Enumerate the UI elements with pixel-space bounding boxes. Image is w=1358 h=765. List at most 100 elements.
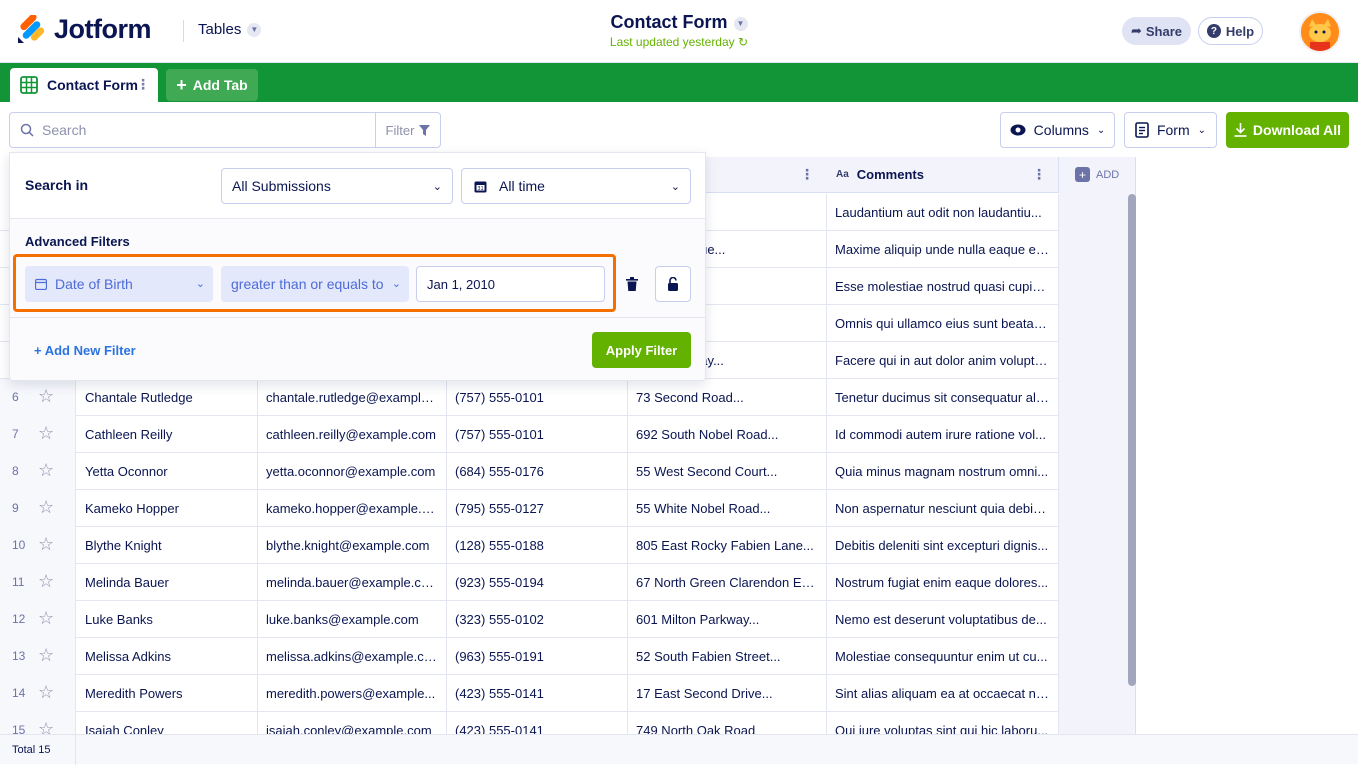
table-row[interactable]: 10 ☆ Blythe Knight blythe.knight@example.… <box>0 527 1059 564</box>
table-row[interactable]: 9 ☆ Kameko Hopper kameko.hopper@example.c… <box>0 490 1059 527</box>
phone-cell: (128) 555-0188 <box>446 527 628 564</box>
star-icon[interactable]: ☆ <box>38 424 54 442</box>
table-row[interactable]: 15 ☆ Isaiah Conley isaiah.conley@example.… <box>0 712 1059 734</box>
comment-cell: Omnis qui ullamco eius sunt beatae... <box>826 305 1059 342</box>
star-icon[interactable]: ☆ <box>38 720 54 734</box>
row-number: 14 <box>12 686 26 700</box>
tab-label: Contact Form <box>47 77 138 93</box>
chevron-down-icon: ⌄ <box>1096 124 1106 136</box>
phone-cell: (423) 555-0141 <box>446 712 628 734</box>
time-range-select[interactable]: 31 All time ⌄ <box>461 168 691 204</box>
plus-icon: + <box>1075 167 1090 182</box>
row-number-cell: 8 ☆ <box>0 453 76 490</box>
filter-label: Filter <box>385 122 415 138</box>
phone-cell: (323) 555-0102 <box>446 601 628 638</box>
row-number: 12 <box>12 612 26 626</box>
star-icon[interactable]: ☆ <box>38 609 54 627</box>
apply-filter-button[interactable]: Apply Filter <box>592 332 691 368</box>
email-cell: chantale.rutledge@example... <box>257 379 447 416</box>
filter-button[interactable]: Filter <box>375 112 441 148</box>
address-cell: 67 North Green Clarendon Ex... <box>627 564 827 601</box>
star-icon[interactable]: ☆ <box>38 572 54 590</box>
share-button[interactable]: ➦ Share <box>1122 17 1191 45</box>
operator-select-value: greater than or equals to <box>231 276 384 292</box>
help-button[interactable]: ? Help <box>1198 17 1263 45</box>
calendar-icon <box>35 278 47 290</box>
delete-filter-button[interactable] <box>614 266 650 302</box>
row-number: 8 <box>12 464 19 478</box>
help-icon: ? <box>1206 24 1221 38</box>
star-icon[interactable]: ☆ <box>38 646 54 664</box>
address-cell: 17 East Second Drive... <box>627 675 827 712</box>
name-cell: Isaiah Conley <box>76 712 258 734</box>
star-icon[interactable]: ☆ <box>38 461 54 479</box>
table-row[interactable]: 14 ☆ Meredith Powers meredith.powers@exam… <box>0 675 1059 712</box>
table-row[interactable]: 8 ☆ Yetta Oconnor yetta.oconnor@example.c… <box>0 453 1059 490</box>
kebab-menu-icon[interactable]: ⋮ <box>136 77 150 91</box>
kebab-menu-icon[interactable]: ⋮ <box>800 167 814 181</box>
chevron-down-icon: ⌄ <box>1197 124 1207 136</box>
refresh-icon: ↻ <box>738 35 749 49</box>
chevron-down-icon: ⌄ <box>195 278 205 290</box>
add-column-label: ADD <box>1096 168 1120 181</box>
download-all-button[interactable]: Download All <box>1226 112 1349 148</box>
chevron-down-icon: ▼ <box>733 16 748 31</box>
avatar[interactable] <box>1299 11 1341 53</box>
table-row[interactable]: 7 ☆ Cathleen Reilly cathleen.reilly@examp… <box>0 416 1059 453</box>
address-cell: 52 South Fabien Street... <box>627 638 827 675</box>
chevron-down-icon: ⌄ <box>432 181 442 193</box>
comment-cell: Laudantium aut odit non laudantiu... <box>826 194 1059 231</box>
email-cell: isaiah.conley@example.com <box>257 712 447 734</box>
filter-actions-section: + Add New Filter Apply Filter <box>10 317 705 381</box>
date-value-input[interactable]: Jan 1, 2010 <box>416 266 605 302</box>
download-label: Download All <box>1252 122 1342 138</box>
operator-select[interactable]: greater than or equals to ⌄ <box>221 266 409 302</box>
search-input[interactable] <box>42 122 362 138</box>
last-updated-text: Last updated yesterday <box>609 35 735 49</box>
form-button[interactable]: Form ⌄ <box>1124 112 1217 148</box>
row-number: 6 <box>12 390 19 404</box>
table-row[interactable]: 11 ☆ Melinda Bauer melinda.bauer@example.… <box>0 564 1059 601</box>
vertical-scrollbar[interactable] <box>1128 194 1136 686</box>
email-cell: melinda.bauer@example.com <box>257 564 447 601</box>
name-cell: Chantale Rutledge <box>76 379 258 416</box>
table-row[interactable]: 13 ☆ Melissa Adkins melissa.adkins@exampl… <box>0 638 1059 675</box>
kebab-menu-icon[interactable]: ⋮ <box>1032 167 1046 181</box>
search-box <box>9 112 376 148</box>
star-icon[interactable]: ☆ <box>38 387 54 405</box>
add-new-filter-link[interactable]: + Add New Filter <box>34 343 136 358</box>
star-icon[interactable]: ☆ <box>38 683 54 701</box>
lock-filter-button[interactable] <box>655 266 691 302</box>
advanced-filters-label: Advanced Filters <box>25 234 130 249</box>
row-number-cell: 11 ☆ <box>0 564 76 601</box>
star-icon[interactable]: ☆ <box>38 498 54 516</box>
comment-cell: Tenetur ducimus sit consequatur ali... <box>826 379 1059 416</box>
name-cell: Cathleen Reilly <box>76 416 258 453</box>
table-row[interactable]: 12 ☆ Luke Banks luke.banks@example.com (3… <box>0 601 1059 638</box>
row-number: 13 <box>12 649 26 663</box>
star-icon[interactable]: ☆ <box>38 535 54 553</box>
form-title-text: Contact Form <box>610 12 728 32</box>
row-number: 9 <box>12 501 19 515</box>
name-cell: Luke Banks <box>76 601 258 638</box>
table-icon <box>20 76 38 94</box>
submissions-select[interactable]: All Submissions ⌄ <box>221 168 453 204</box>
table-row[interactable]: 6 ☆ Chantale Rutledge chantale.rutledge@e… <box>0 379 1059 416</box>
comment-cell: Esse molestiae nostrud quasi cupidi... <box>826 268 1059 305</box>
field-select[interactable]: Date of Birth ⌄ <box>25 266 213 302</box>
address-cell: 601 Milton Parkway... <box>627 601 827 638</box>
columns-button[interactable]: Columns ⌄ <box>1000 112 1115 148</box>
share-icon: ➦ <box>1130 23 1142 38</box>
column-header-comments[interactable]: Aa Comments ⋮ <box>826 157 1059 193</box>
submissions-select-value: All Submissions <box>232 178 331 194</box>
tab-contact-form[interactable]: Contact Form ⋮ <box>10 68 158 102</box>
field-select-value: Date of Birth <box>55 276 133 292</box>
add-column-button[interactable]: + ADD <box>1075 167 1119 182</box>
comment-cell: Molestiae consequuntur enim ut cu... <box>826 638 1059 675</box>
name-cell: Melinda Bauer <box>76 564 258 601</box>
add-tab-button[interactable]: + Add Tab <box>166 69 258 101</box>
search-icon <box>20 123 34 137</box>
time-range-value: All time <box>499 178 545 194</box>
name-cell: Kameko Hopper <box>76 490 258 527</box>
name-cell: Blythe Knight <box>76 527 258 564</box>
